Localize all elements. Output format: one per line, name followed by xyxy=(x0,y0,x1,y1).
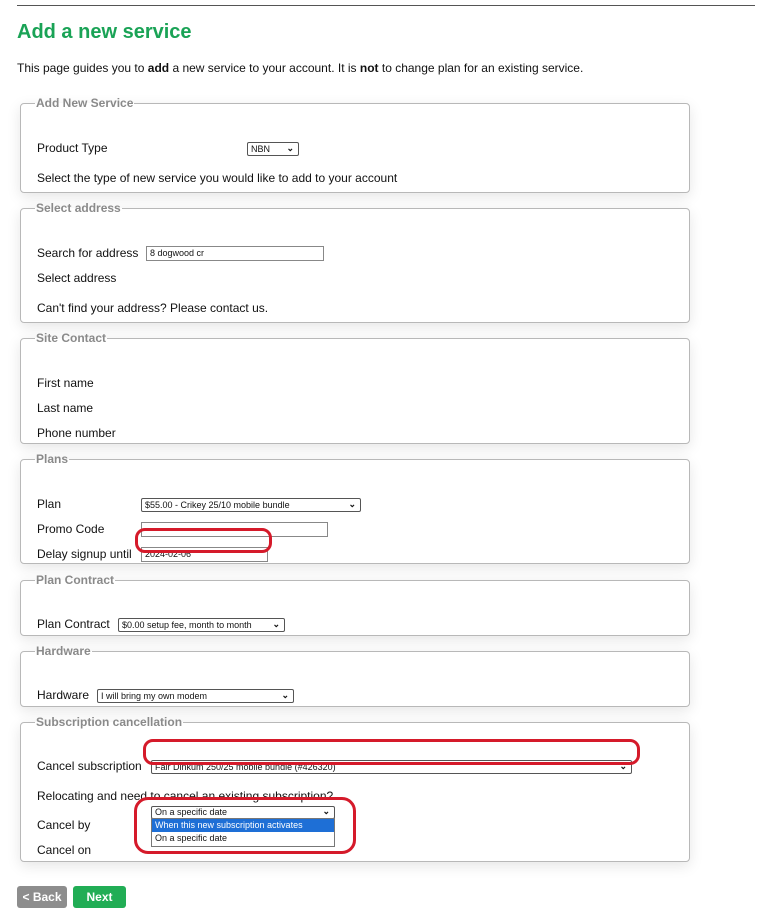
product-type-select[interactable]: NBN ⌄ xyxy=(247,142,299,156)
section-legend: Site Contact xyxy=(36,331,107,345)
plan-label: Plan xyxy=(37,497,62,511)
intro-text: to change plan for an existing service. xyxy=(378,61,584,75)
section-legend: Hardware xyxy=(36,644,91,658)
cancel-subscription-label: Cancel subscription xyxy=(37,759,142,773)
last-name-label: Last name xyxy=(37,401,94,415)
back-button[interactable]: < Back xyxy=(17,886,67,908)
page-intro: This page guides you to add a new servic… xyxy=(17,61,583,75)
plan-contract-section: Plan Contract Plan Contract $0.00 setup … xyxy=(20,573,690,636)
chevron-down-icon: ⌄ xyxy=(286,143,294,153)
highlight-cancel-by xyxy=(134,797,356,854)
section-legend: Add New Service xyxy=(36,96,134,110)
promo-code-label: Promo Code xyxy=(37,522,105,536)
highlight-delay-signup xyxy=(135,528,272,553)
chevron-down-icon: ⌄ xyxy=(348,499,356,509)
select-address-label: Select address xyxy=(37,271,117,285)
section-legend: Select address xyxy=(36,201,121,215)
product-type-value: NBN xyxy=(251,144,271,154)
chevron-down-icon: ⌄ xyxy=(272,619,280,629)
section-legend: Subscription cancellation xyxy=(36,715,183,729)
search-address-label: Search for address xyxy=(37,246,139,260)
redacted-contact-fields xyxy=(118,361,262,441)
intro-text: This page guides you to xyxy=(17,61,148,75)
plan-contract-label: Plan Contract xyxy=(37,617,110,631)
search-address-input[interactable]: 8 dogwood cr xyxy=(146,246,324,261)
intro-bold-not: not xyxy=(359,61,379,75)
hardware-select[interactable]: I will bring my own modem ⌄ xyxy=(97,689,294,703)
highlight-cancel-subscription xyxy=(143,739,640,765)
top-divider xyxy=(17,5,755,6)
address-help-text: Can't find your address? Please contact … xyxy=(37,301,269,315)
hardware-section: Hardware Hardware I will bring my own mo… xyxy=(20,644,690,707)
chevron-down-icon: ⌄ xyxy=(281,690,289,700)
first-name-label: First name xyxy=(37,376,94,390)
phone-number-label: Phone number xyxy=(37,426,116,440)
add-new-service-section: Add New Service Product Type NBN ⌄ Selec… xyxy=(20,96,690,193)
section-legend: Plan Contract xyxy=(36,573,115,587)
intro-bold-add: add xyxy=(147,61,170,75)
plan-select[interactable]: $55.00 - Crikey 25/10 mobile bundle ⌄ xyxy=(141,498,361,512)
plan-contract-select[interactable]: $0.00 setup fee, month to month ⌄ xyxy=(118,618,285,632)
delay-signup-label: Delay signup until xyxy=(37,547,132,561)
hardware-label: Hardware xyxy=(37,688,90,702)
section-legend: Plans xyxy=(36,452,69,466)
plan-contract-value: $0.00 setup fee, month to month xyxy=(122,620,252,630)
next-button[interactable]: Next xyxy=(73,886,126,908)
intro-text: a new service to your account. It is xyxy=(169,61,360,75)
product-type-label: Product Type xyxy=(37,141,108,155)
cancel-by-label: Cancel by xyxy=(37,818,91,832)
cancel-on-label: Cancel on xyxy=(37,843,92,857)
plans-section: Plans Plan $55.00 - Crikey 25/10 mobile … xyxy=(20,452,690,564)
product-type-help: Select the type of new service you would… xyxy=(37,171,398,185)
hardware-value: I will bring my own modem xyxy=(101,691,208,701)
site-contact-section: Site Contact First name Last name Phone … xyxy=(20,331,690,444)
page-title: Add a new service xyxy=(17,21,192,43)
select-address-section: Select address Search for address 8 dogw… xyxy=(20,201,690,323)
plan-value: $55.00 - Crikey 25/10 mobile bundle xyxy=(145,500,290,510)
